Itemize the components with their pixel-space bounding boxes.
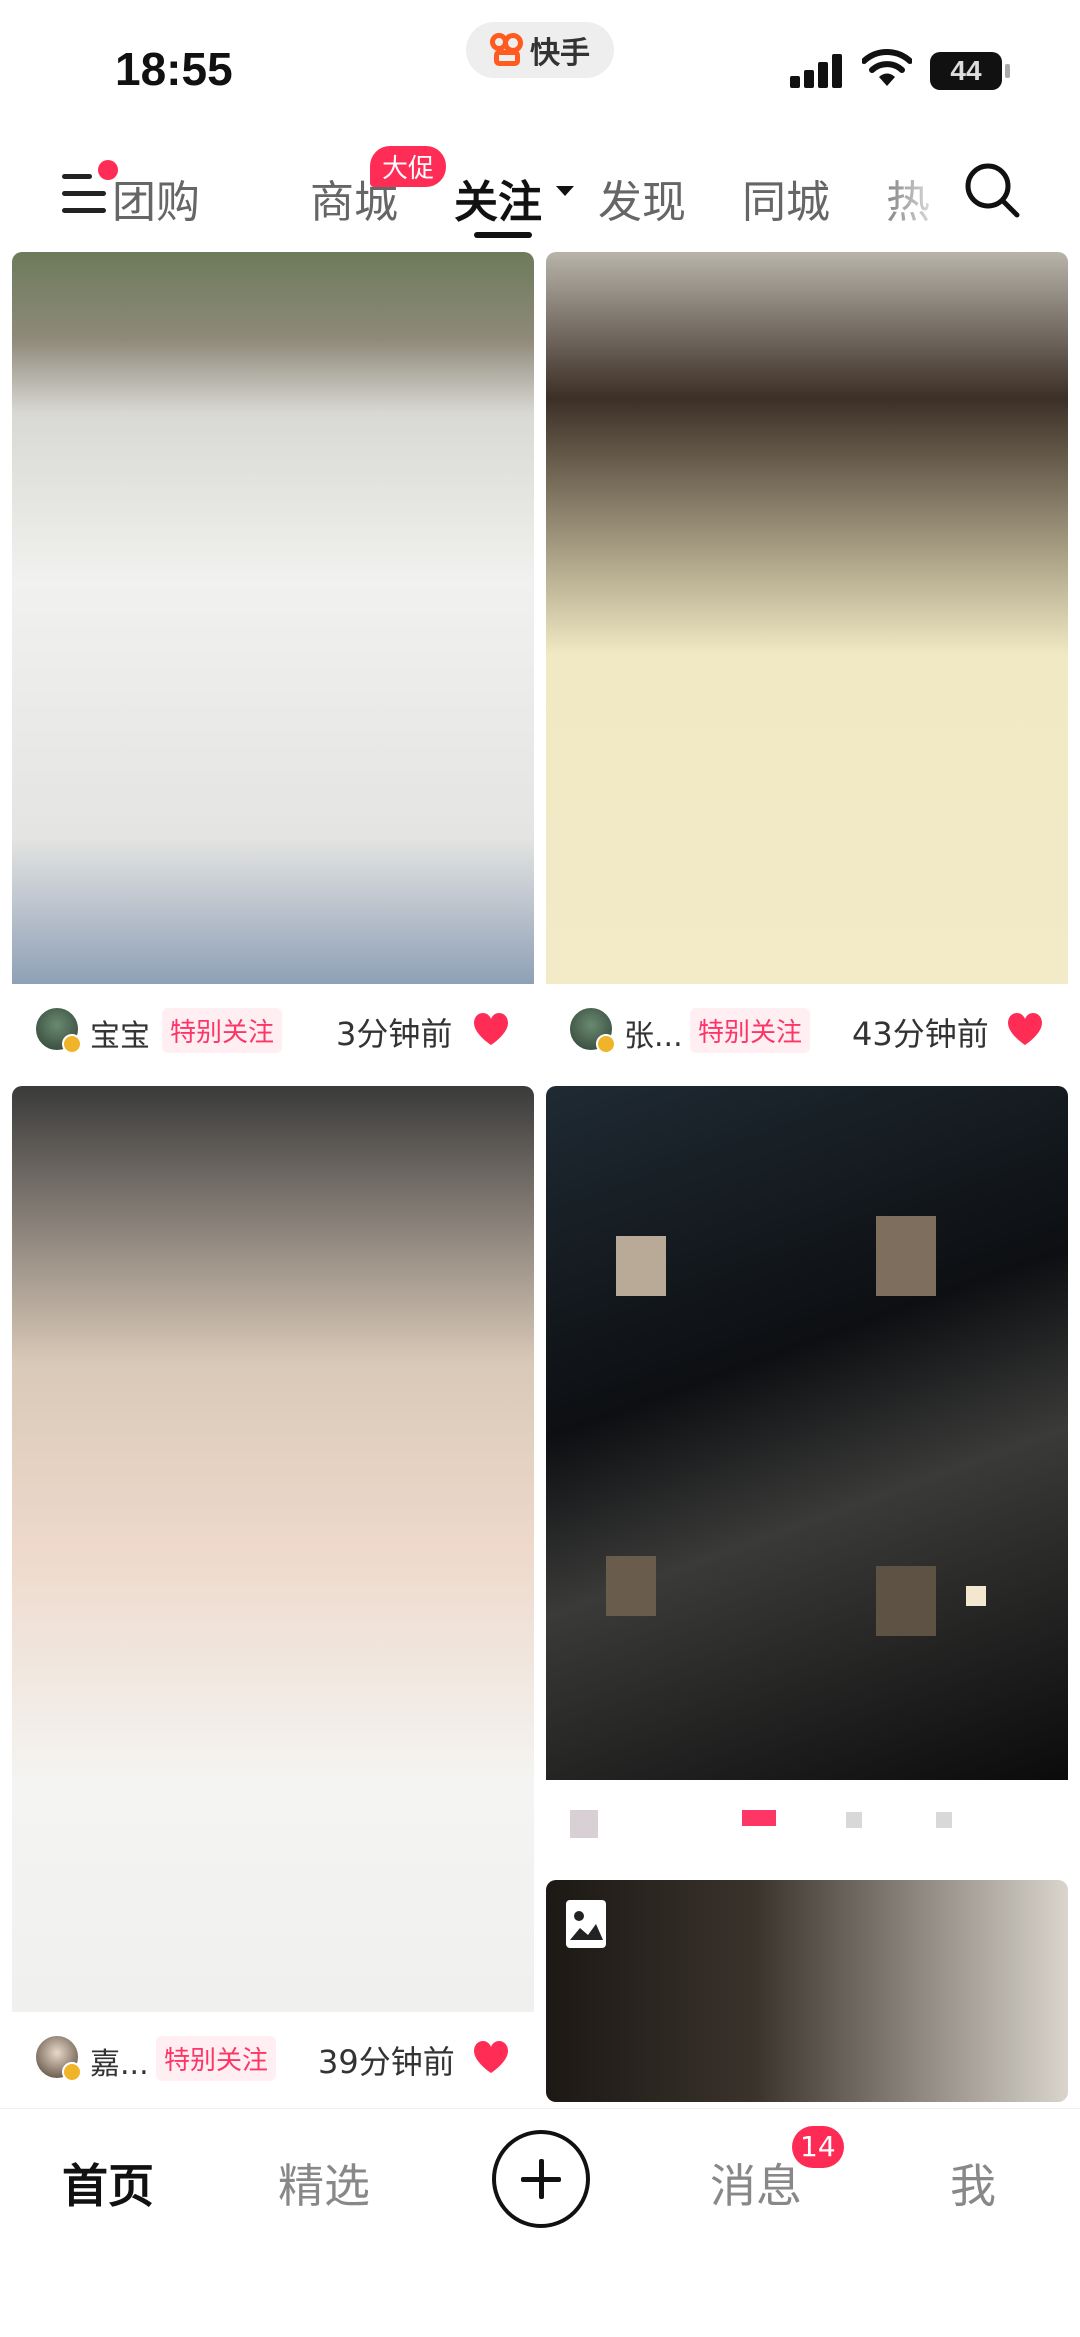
post-time: 43分钟前 (852, 1015, 989, 1053)
battery-icon: 44 (930, 52, 1010, 90)
verified-icon (62, 2062, 82, 2082)
post-time: 3分钟前 (336, 1015, 453, 1053)
tab-featured[interactable]: 精选 (278, 2150, 370, 2216)
special-follow-tag: 特别关注 (156, 2036, 277, 2081)
tab-discover[interactable]: 发现 (598, 166, 686, 230)
tab-following[interactable]: 关注 (454, 166, 542, 230)
active-tab-indicator (474, 232, 532, 238)
feed-card[interactable] (546, 1086, 1068, 1866)
battery-level: 44 (950, 55, 982, 86)
tab-home[interactable]: 首页 (62, 2150, 154, 2216)
feed-card[interactable]: 嘉... 特别关注 39分钟前 (12, 1086, 534, 2102)
tab-group-buy[interactable]: 团购 (112, 166, 200, 230)
kuaishou-logo-icon (490, 33, 524, 67)
tabs-fade-overlay (870, 150, 950, 240)
status-time: 18:55 (115, 43, 233, 95)
heart-icon[interactable] (472, 1012, 510, 1046)
signal-icon (790, 54, 844, 88)
card-footer (546, 1780, 1068, 1866)
search-icon[interactable] (962, 160, 1022, 220)
chevron-down-icon[interactable] (556, 186, 574, 196)
tab-me[interactable]: 我 (950, 2150, 996, 2216)
video-thumbnail[interactable] (546, 252, 1068, 984)
heart-icon[interactable] (1006, 1012, 1044, 1046)
feed-card[interactable]: 宝宝 特别关注 3分钟前 (12, 252, 534, 1074)
wifi-icon (862, 49, 912, 86)
video-thumbnail[interactable] (12, 252, 534, 984)
author-name[interactable]: 张... (624, 1011, 683, 1055)
special-follow-tag: 特别关注 (162, 1008, 283, 1053)
card-footer: 张... 特别关注 43分钟前 (546, 984, 1068, 1074)
heart-icon[interactable] (472, 2040, 510, 2074)
feed-card[interactable]: 张... 特别关注 43分钟前 (546, 252, 1068, 1074)
post-time: 39分钟前 (318, 2043, 455, 2081)
status-bar: 18:55 快手 44 (0, 0, 1080, 130)
card-footer: 宝宝 特别关注 3分钟前 (12, 984, 534, 1074)
verified-icon (62, 1034, 82, 1054)
video-thumbnail[interactable] (546, 1086, 1068, 1780)
mall-promo-badge: 大促 (370, 146, 447, 187)
tab-local[interactable]: 同城 (742, 166, 830, 230)
author-name[interactable]: 嘉... (90, 2039, 149, 2083)
image-icon (566, 1900, 606, 1948)
app-indicator-pill[interactable]: 快手 (466, 22, 614, 78)
feed-card[interactable] (546, 1880, 1068, 2102)
create-post-button[interactable] (492, 2130, 590, 2228)
app-indicator-label: 快手 (530, 36, 590, 71)
verified-icon (596, 1034, 616, 1054)
video-thumbnail[interactable] (12, 1086, 534, 2012)
tab-messages[interactable]: 消息 (710, 2150, 802, 2216)
card-footer: 嘉... 特别关注 39分钟前 (12, 2012, 534, 2102)
special-follow-tag: 特别关注 (690, 1008, 811, 1053)
messages-count-badge: 14 (792, 2126, 844, 2168)
author-name[interactable]: 宝宝 (90, 1011, 150, 1055)
photo-thumbnail[interactable] (546, 1880, 1068, 2102)
